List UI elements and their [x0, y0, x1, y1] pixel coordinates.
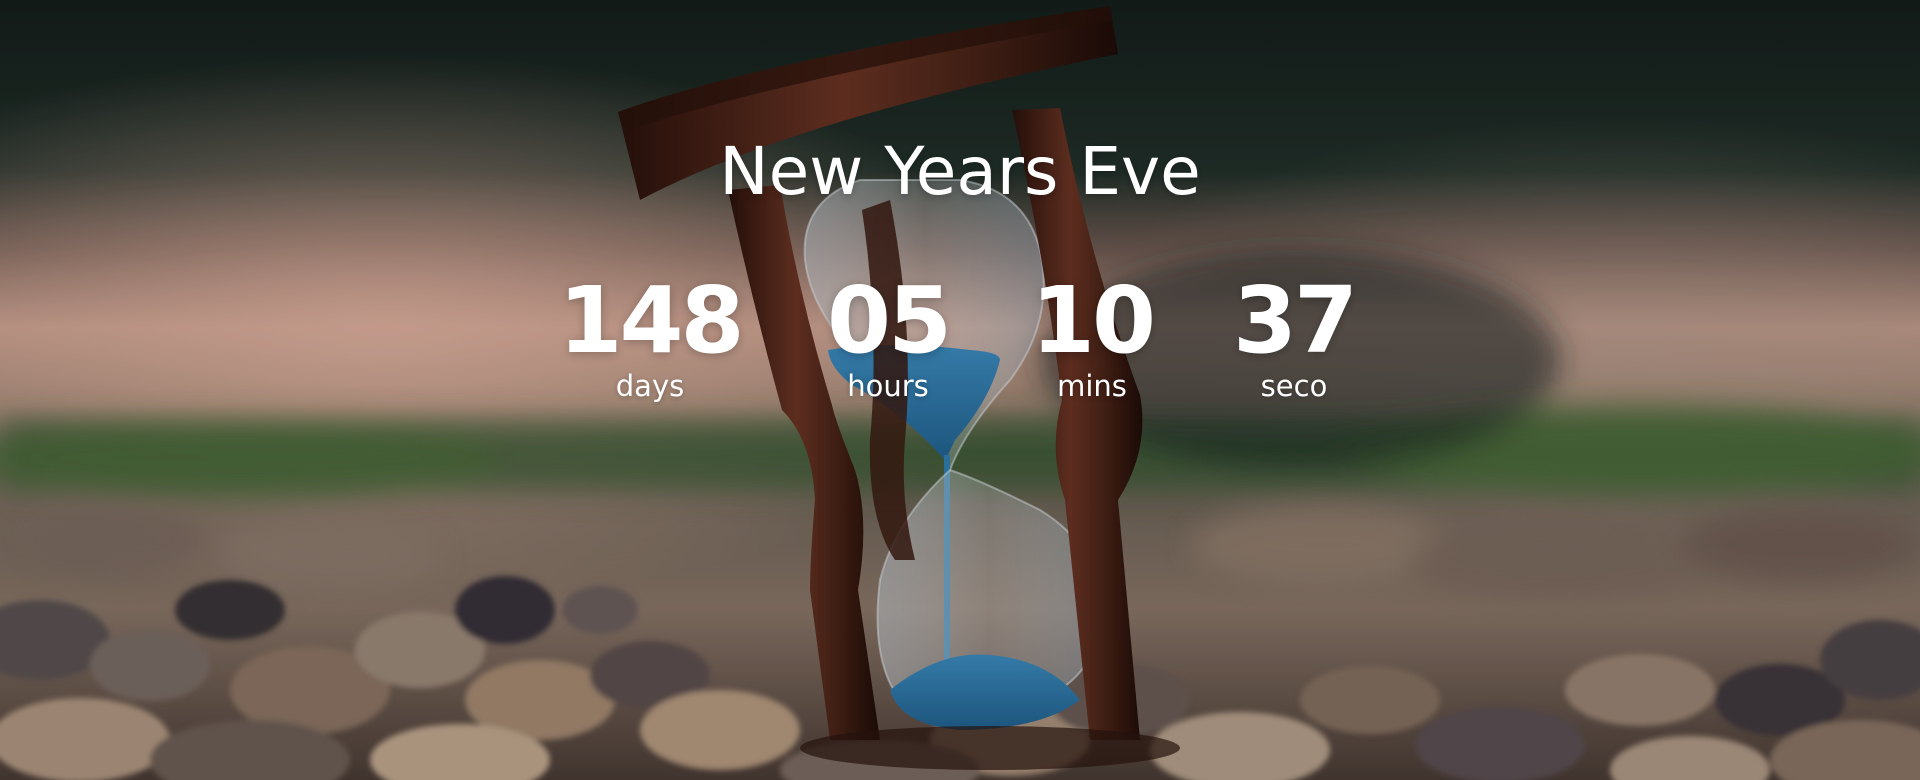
countdown-page: New Years Eve 148 days 05 hours 10 mins …: [0, 0, 1920, 780]
hours-label: hours: [847, 369, 929, 403]
countdown-seconds: 37 seco: [1184, 268, 1404, 404]
countdown-mins: 10 mins: [982, 268, 1202, 404]
mins-value: 10: [1030, 267, 1156, 374]
countdown-hours: 05 hours: [778, 268, 998, 404]
countdown-overlay: New Years Eve 148 days 05 hours 10 mins …: [0, 0, 1920, 780]
seconds-value: 37: [1232, 267, 1358, 374]
days-value: 148: [558, 267, 744, 374]
mins-label: mins: [1057, 369, 1127, 403]
countdown-days: 148 days: [540, 268, 760, 404]
hours-value: 05: [826, 267, 952, 374]
seconds-label: seco: [1260, 369, 1328, 403]
event-title: New Years Eve: [719, 133, 1201, 210]
countdown-timer: 148 days 05 hours 10 mins 37 seco: [0, 268, 1920, 428]
